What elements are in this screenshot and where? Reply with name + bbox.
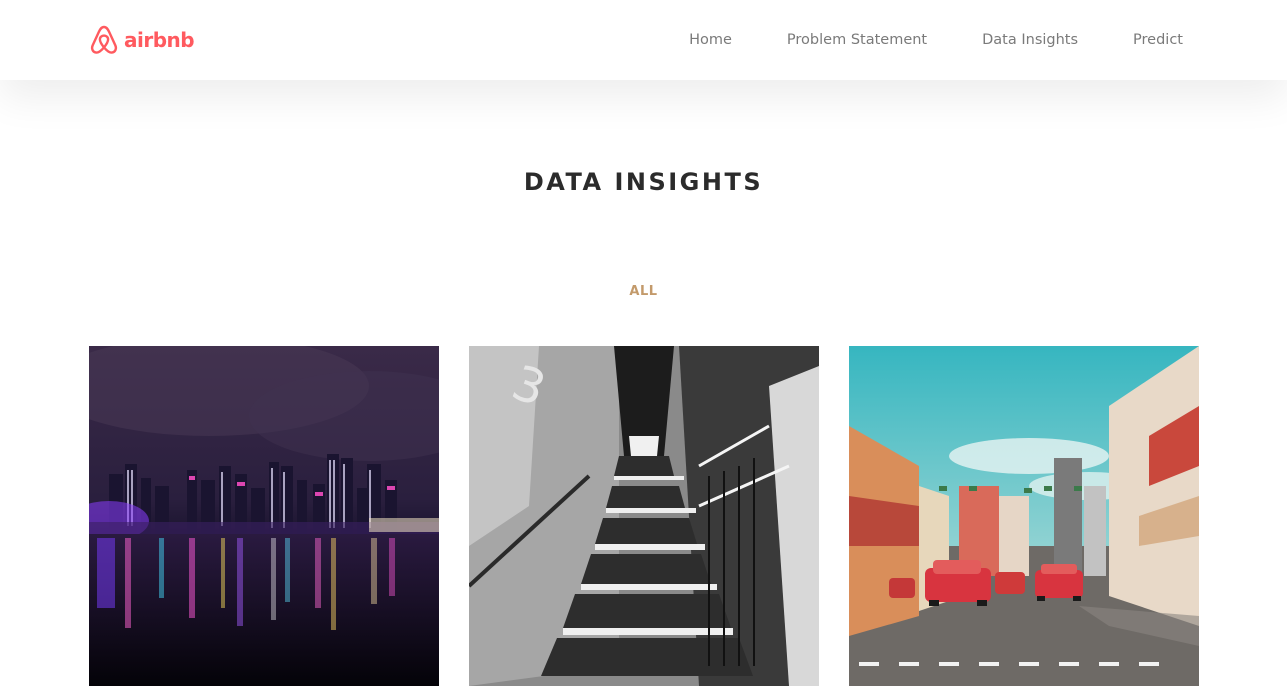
airbnb-logo-icon (89, 24, 119, 56)
brand-name: airbnb (124, 28, 195, 52)
nav-link-data-insights[interactable]: Data Insights (982, 32, 1078, 48)
singapore-night-skyline-photo (89, 346, 439, 686)
gallery-card-skyline[interactable] (89, 346, 439, 686)
nav-link-problem-statement[interactable]: Problem Statement (787, 32, 927, 48)
filter-all-button[interactable]: ALL (629, 284, 657, 299)
nav-link-predict[interactable]: Predict (1133, 32, 1183, 48)
main-nav: Home Problem Statement Data Insights Pre… (634, 0, 1183, 80)
brand-logo-link[interactable]: airbnb (89, 24, 195, 56)
chinatown-street-taxis-photo (849, 346, 1199, 686)
nav-link-home[interactable]: Home (689, 32, 732, 48)
black-and-white-staircase-photo: 3 (469, 346, 819, 686)
gallery-card-street[interactable] (849, 346, 1199, 686)
portfolio-filter: ALL (0, 280, 1287, 299)
gallery-card-staircase[interactable]: 3 (469, 346, 819, 686)
insights-gallery: 3 (89, 346, 1199, 686)
page-title: DATA INSIGHTS (523, 168, 764, 196)
top-navbar: airbnb Home Problem Statement Data Insig… (0, 0, 1287, 80)
